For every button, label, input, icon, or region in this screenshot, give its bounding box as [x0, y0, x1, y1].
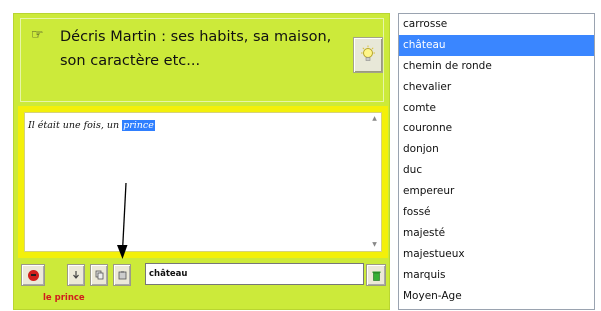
paste-button[interactable]	[113, 264, 131, 286]
word-list-item[interactable]: fossé	[399, 202, 594, 223]
word-list-item[interactable]: château	[399, 34, 594, 56]
selected-word: prince	[122, 120, 155, 131]
word-list-item[interactable]: couronne	[399, 118, 594, 139]
annotation-arrow	[117, 183, 128, 259]
word-list-item[interactable]: chevalier	[399, 77, 594, 98]
word-list-item[interactable]: majesté	[399, 223, 594, 244]
word-list-item[interactable]: duc	[399, 160, 594, 181]
paste-icon	[118, 271, 126, 280]
word-list-item[interactable]: chemin de ronde	[399, 56, 594, 77]
word-list-item[interactable]: carrosse	[399, 14, 594, 35]
word-list-item[interactable]: donjon	[399, 139, 594, 160]
trash-icon	[372, 271, 380, 281]
word-list-item[interactable]: majestueux	[399, 244, 594, 265]
word-list-item[interactable]: comte	[399, 98, 594, 119]
word-list-item[interactable]: marquis	[399, 265, 594, 286]
hint-button[interactable]	[353, 37, 383, 73]
scroll-down-icon[interactable]: ▼	[372, 241, 377, 249]
story-frame: Il était une fois, un prince ▲ ▼	[18, 106, 388, 258]
speaker-icon	[27, 269, 39, 281]
word-list-item[interactable]: Moyen-Age	[399, 286, 594, 307]
speak-button[interactable]	[21, 264, 45, 286]
status-label: le prince	[43, 293, 85, 303]
scroll-up-icon[interactable]: ▲	[372, 115, 377, 123]
story-text: Il était une fois, un prince	[28, 120, 155, 131]
lightbulb-icon	[361, 45, 375, 61]
word-field[interactable]: château	[145, 263, 364, 285]
delete-button[interactable]	[366, 264, 386, 286]
word-list[interactable]: carrosse château chemin de ronde chevalier c…	[398, 13, 595, 310]
prompt-text: Décris Martin : ses habits, sa maison, s…	[60, 29, 332, 69]
story-text-before: Il était une fois, un	[28, 120, 123, 131]
insert-word-button[interactable]	[67, 264, 85, 286]
pointing-hand-icon: ☞	[31, 27, 44, 43]
writing-panel: ☞ Décris Martin : ses habits, sa maison,…	[13, 13, 390, 310]
insert-icon	[73, 271, 79, 279]
copy-icon	[95, 270, 103, 280]
prompt-box: ☞ Décris Martin : ses habits, sa maison,…	[20, 18, 384, 102]
story-scrollbar[interactable]: ▲ ▼	[370, 115, 379, 249]
word-list-item[interactable]: empereur	[399, 181, 594, 202]
story-editor[interactable]: Il était une fois, un prince ▲ ▼	[24, 112, 382, 252]
copy-button[interactable]	[90, 264, 108, 286]
